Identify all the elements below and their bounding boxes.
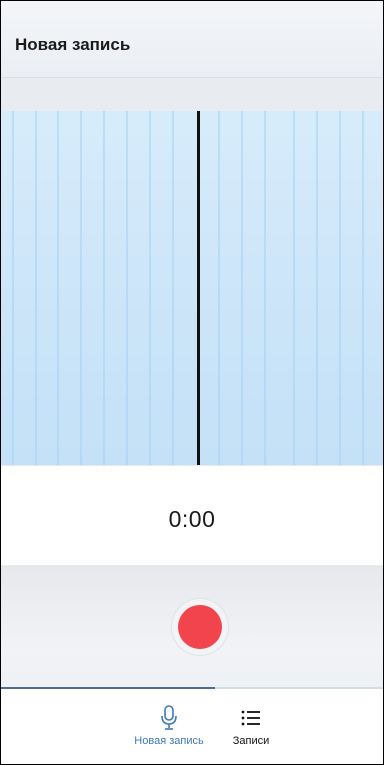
page-title: Новая запись [15,35,131,54]
waveform-area [1,111,383,465]
header: Новая запись [1,1,383,78]
record-dot-icon [178,605,222,649]
tab-recordings[interactable]: Записи [221,705,281,747]
list-icon [221,705,281,731]
tab-recordings-label: Записи [232,735,270,747]
waveform-grid [12,111,364,465]
header-subbar [1,78,383,111]
recording-timer: 0:00 [168,506,216,532]
tab-new-recording-label: Новая запись [134,735,204,747]
controls-panel [1,565,383,687]
playhead[interactable] [197,111,200,465]
timer-panel: 0:00 [1,465,383,566]
bottom-tab-bar: Новая запись Записи [1,689,383,764]
app-frame: Новая запись 0:00 Новая запись Записи [0,0,384,765]
record-button[interactable] [171,598,229,656]
tab-new-recording[interactable]: Новая запись [121,705,217,747]
microphone-icon [121,705,217,731]
